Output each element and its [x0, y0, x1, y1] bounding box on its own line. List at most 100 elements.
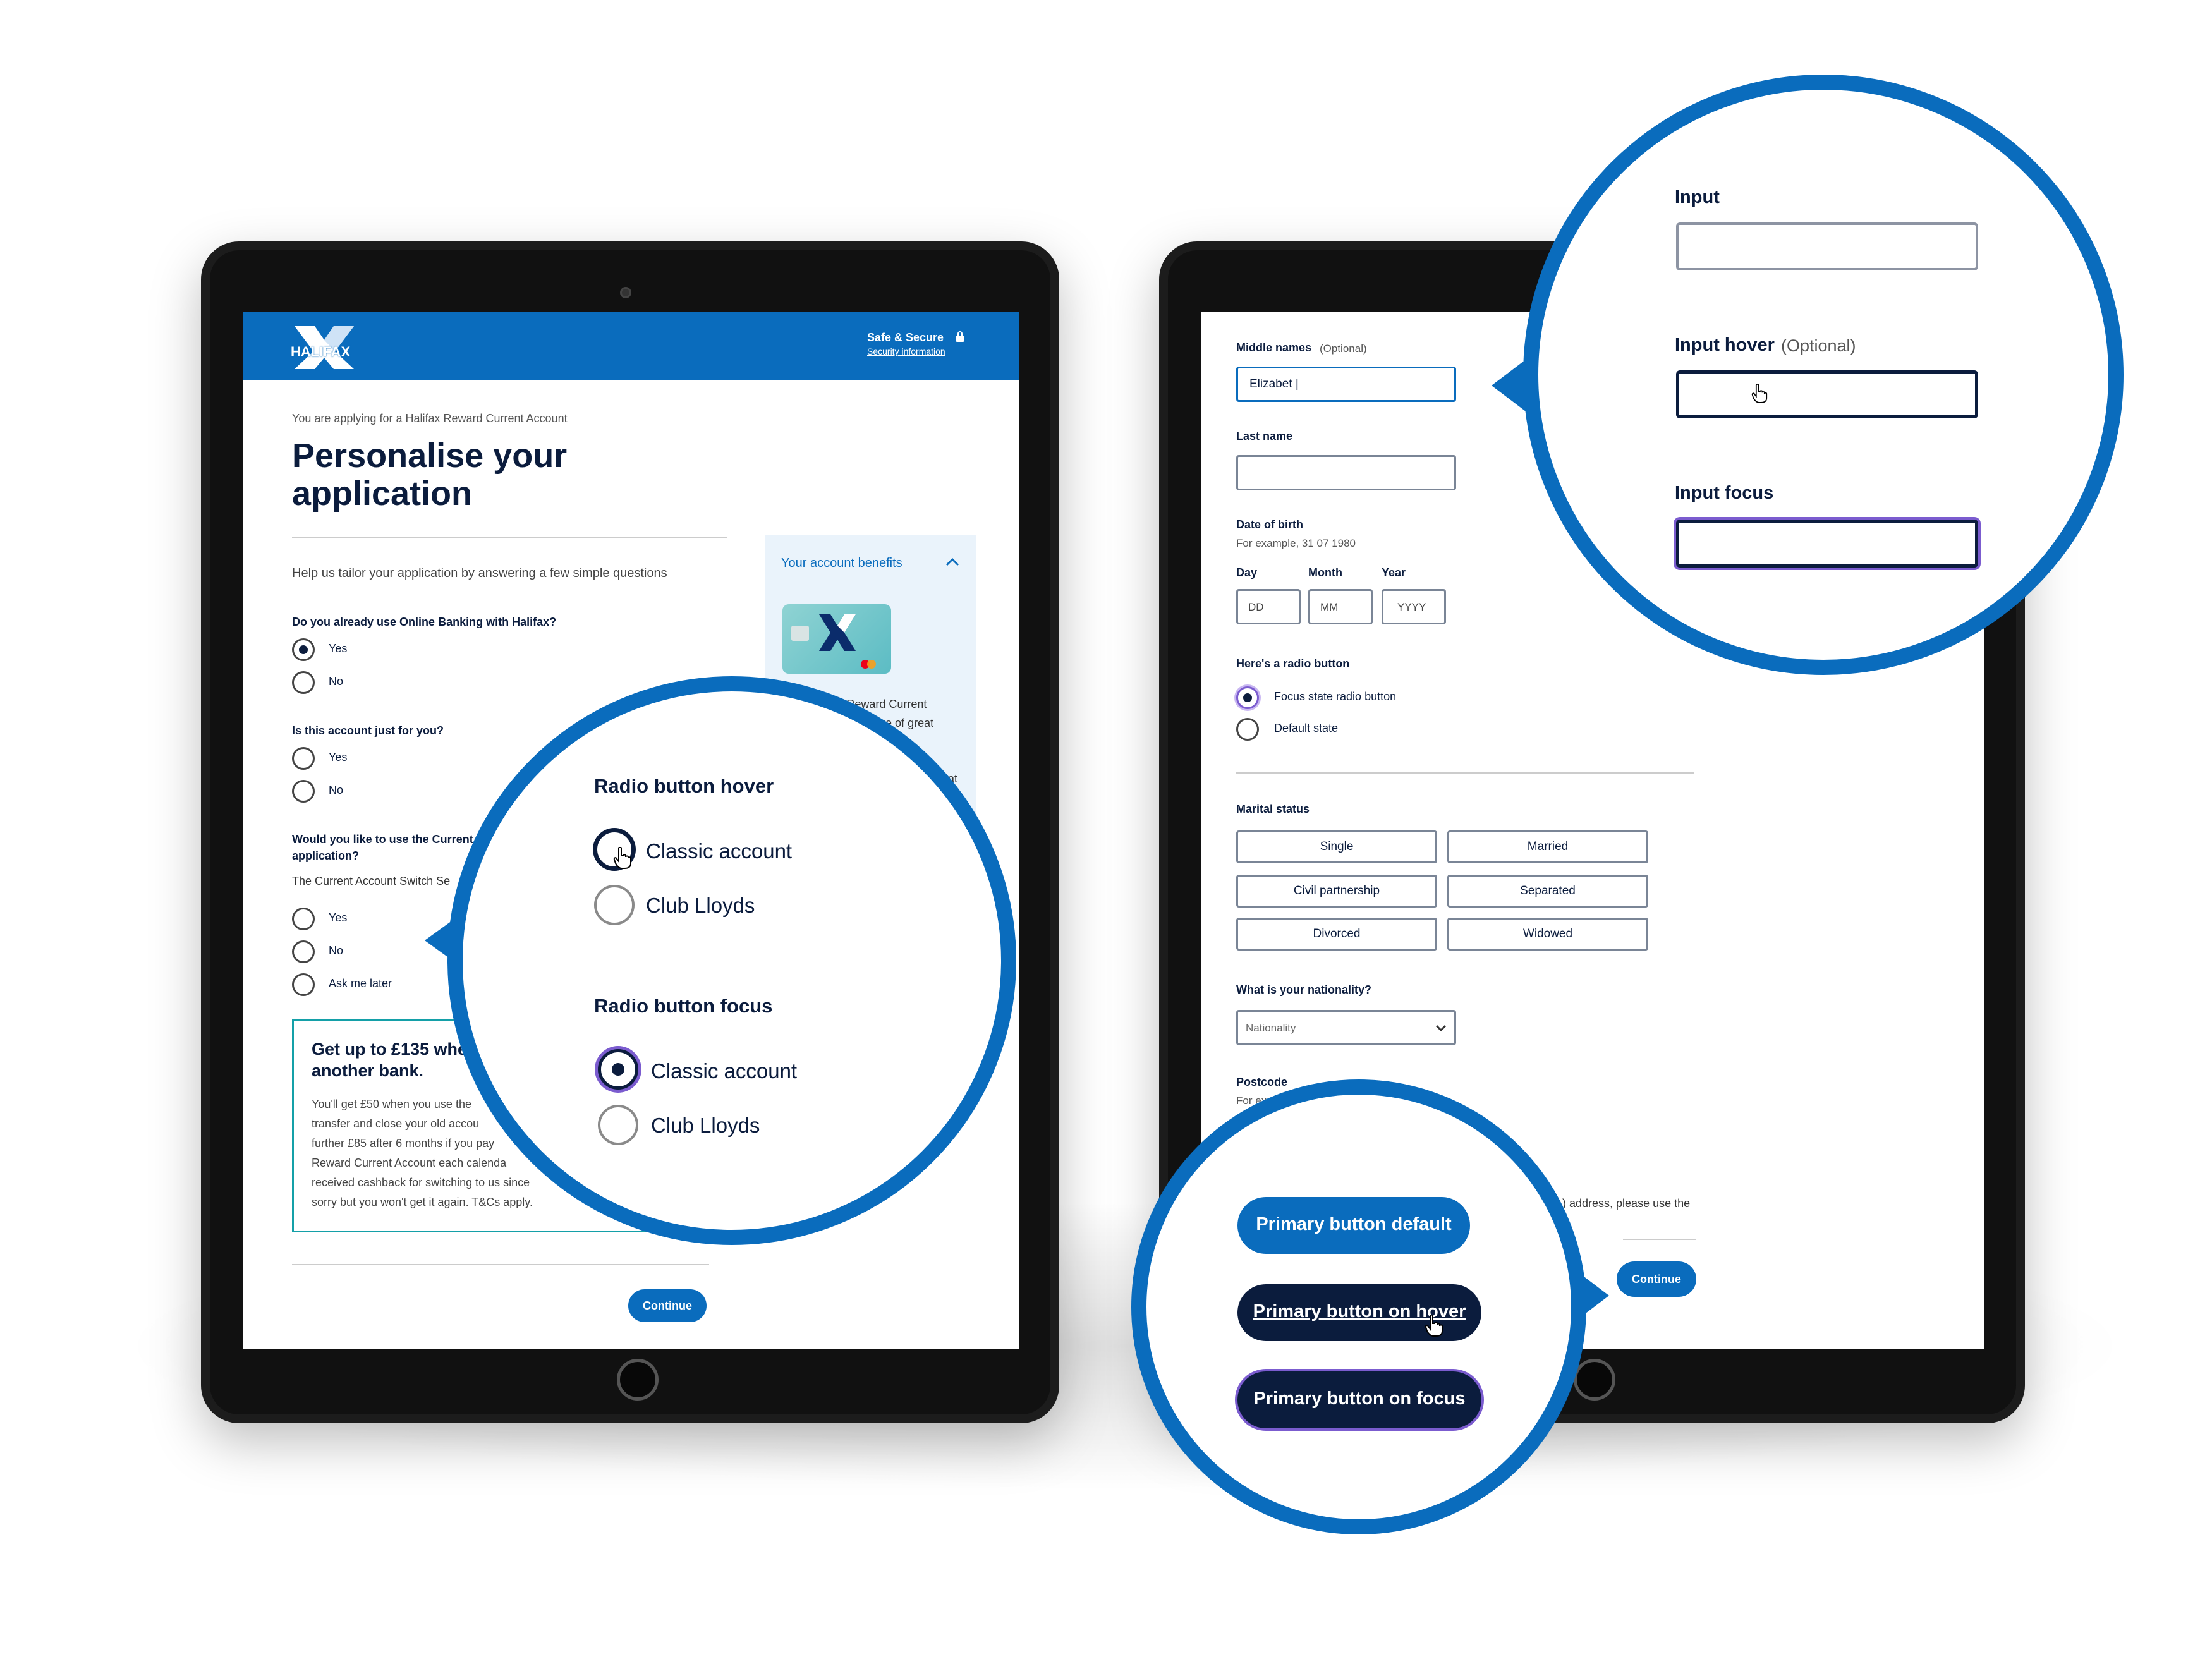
promo-title-line2: another bank. [312, 1061, 424, 1080]
input-hover-label: Input hover [1675, 335, 1775, 355]
radio-default-state[interactable] [1236, 718, 1259, 741]
title-divider [292, 537, 727, 538]
marital-status-label: Marital status [1236, 803, 1310, 815]
postcode-label: Postcode [1236, 1076, 1288, 1088]
middle-names-input[interactable]: Elizabet | [1236, 367, 1456, 402]
radio-q1-yes-label: Yes [329, 642, 348, 655]
home-button[interactable] [1574, 1359, 1615, 1401]
bottom-divider [292, 1264, 709, 1265]
promo-line: further £85 after 6 months if you pay [312, 1137, 495, 1150]
month-input[interactable]: MM [1308, 589, 1373, 624]
radio-default-label: Default state [1274, 722, 1339, 734]
marital-option-widowed[interactable]: Widowed [1447, 918, 1648, 951]
radio-hover-option1: Classic account [646, 839, 793, 863]
radio-focus-title: Radio button focus [594, 995, 773, 1017]
promo-title-line1: Get up to £135 when [312, 1040, 478, 1059]
question-online-banking: Do you already use Online Banking with H… [292, 616, 557, 628]
primary-button-default[interactable]: Primary button default [1237, 1197, 1470, 1254]
bottom-divider [1623, 1239, 1696, 1240]
continue-button[interactable]: Continue [1617, 1261, 1696, 1297]
debit-card-image [782, 604, 891, 674]
marital-option-single[interactable]: Single [1236, 830, 1437, 863]
question-switch-line1: Would you like to use the Current [292, 833, 473, 846]
dob-hint: For example, 31 07 1980 [1236, 537, 1356, 549]
chevron-down-icon [1435, 1024, 1447, 1032]
radio-zoom-callout: Radio button hover Classic account Club … [447, 676, 1016, 1245]
applying-for-text: You are applying for a Halifax Reward Cu… [292, 412, 568, 425]
radio-q1-no[interactable] [292, 671, 315, 694]
input-label: Input [1675, 187, 1720, 207]
last-name-input[interactable] [1236, 455, 1456, 490]
input-default[interactable] [1676, 222, 1978, 270]
day-label: Day [1236, 566, 1258, 579]
safe-secure-label: Safe & Secure [867, 331, 944, 344]
day-input[interactable]: DD [1236, 589, 1301, 624]
radio-q2-yes[interactable] [292, 747, 315, 770]
hand-cursor-icon [1425, 1315, 1443, 1337]
primary-button-focus[interactable]: Primary button on focus [1237, 1371, 1481, 1428]
radio-focus-option1: Classic account [651, 1059, 798, 1083]
year-placeholder: YYYY [1397, 601, 1426, 613]
button-zoom-callout: Primary button default Primary button on… [1131, 1079, 1586, 1534]
promo-line: transfer and close your old accou [312, 1117, 480, 1130]
middle-names-value: Elizabet | [1249, 377, 1299, 391]
radio-focus-state[interactable] [598, 1049, 638, 1090]
input-hover-optional: (Optional) [1781, 336, 1856, 355]
brand-name: HALIFAX [291, 344, 351, 360]
promo-line: You'll get £50 when you use the [312, 1098, 471, 1110]
radio-focus-state[interactable] [1236, 686, 1259, 709]
marital-option-married[interactable]: Married [1447, 830, 1648, 863]
month-placeholder: MM [1320, 601, 1339, 613]
radio-focus-option2-label: Club Lloyds [651, 1114, 760, 1137]
radio-hover-option2-label: Club Lloyds [646, 894, 755, 917]
radio-q2-yes-label: Yes [329, 751, 348, 763]
hand-cursor-icon [613, 847, 631, 869]
radio-q3-later[interactable] [292, 973, 315, 996]
promo-line: sorry but you won't get it again. T&Cs a… [312, 1196, 533, 1208]
page-title-line1: Personalise your [292, 437, 568, 475]
radio-q2-no[interactable] [292, 780, 315, 803]
security-info-link[interactable]: Security information [867, 346, 945, 356]
continue-button[interactable]: Continue [628, 1289, 707, 1322]
radio-q2-no-label: No [329, 784, 344, 796]
radio-hover-title: Radio button hover [594, 775, 774, 797]
address-note: ) address, please use the [1562, 1197, 1691, 1210]
primary-button-hover[interactable]: Primary button on hover [1237, 1284, 1481, 1341]
radio-q3-yes-label: Yes [329, 911, 348, 924]
marital-option-civil-partnership[interactable]: Civil partnership [1236, 875, 1437, 908]
radio-q3-no[interactable] [292, 940, 315, 963]
radio-q3-later-label: Ask me later [329, 977, 392, 990]
radio-q3-yes[interactable] [292, 908, 315, 930]
question-just-for-you: Is this account just for you? [292, 724, 444, 737]
benefits-title[interactable]: Your account benefits [781, 556, 902, 571]
radio-focus-label: Focus state radio button [1274, 690, 1397, 703]
promo-line: received cashback for switching to us si… [312, 1176, 530, 1189]
page-title-line2: application [292, 475, 473, 513]
radio-q1-no-label: No [329, 675, 344, 688]
radio-focus-option2[interactable] [598, 1105, 638, 1145]
nationality-placeholder: Nationality [1246, 1022, 1296, 1034]
dob-label: Date of birth [1236, 518, 1303, 531]
input-focus-label: Input focus [1675, 483, 1774, 503]
section-divider [1236, 772, 1694, 774]
radio-group-label: Here's a radio button [1236, 657, 1350, 670]
input-focus[interactable] [1676, 520, 1978, 568]
input-hover[interactable] [1676, 370, 1978, 418]
month-label: Month [1308, 566, 1342, 579]
nationality-select[interactable]: Nationality [1236, 1010, 1456, 1045]
middle-names-label: Middle names [1236, 341, 1312, 354]
year-input[interactable]: YYYY [1382, 589, 1446, 624]
radio-q3-no-label: No [329, 944, 344, 957]
radio-hover-option2[interactable] [594, 885, 635, 925]
marital-option-separated[interactable]: Separated [1447, 875, 1648, 908]
chevron-up-icon[interactable] [945, 557, 959, 566]
hand-cursor-icon [1751, 384, 1768, 403]
promo-line: Reward Current Account each calenda [312, 1157, 507, 1169]
marital-option-divorced[interactable]: Divorced [1236, 918, 1437, 951]
home-button[interactable] [617, 1359, 659, 1401]
middle-names-optional: (Optional) [1320, 343, 1367, 355]
input-zoom-callout: Input Input hover (Optional) Input focus [1523, 75, 2124, 675]
radio-q1-yes[interactable] [292, 638, 315, 661]
nationality-label: What is your nationality? [1236, 983, 1372, 996]
lock-icon [956, 331, 964, 342]
